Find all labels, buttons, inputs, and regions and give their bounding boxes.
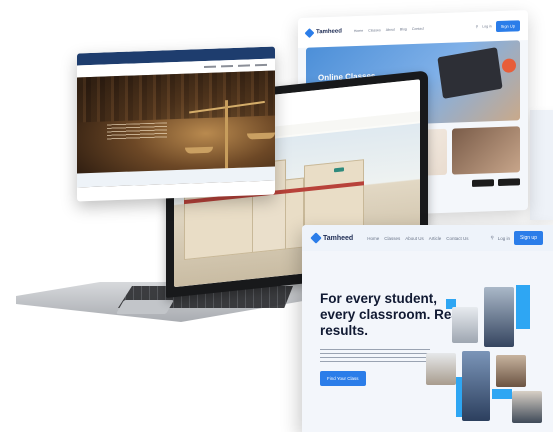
scales-pole bbox=[225, 100, 228, 171]
tamheed-navbar: Tamheed Home Classes About Us Article Co… bbox=[302, 225, 553, 251]
login-link[interactable]: Log in bbox=[498, 236, 510, 241]
collage-photo bbox=[496, 355, 526, 387]
signup-button[interactable]: Sign Up bbox=[495, 19, 520, 32]
law-nav-item[interactable] bbox=[204, 65, 216, 69]
signup-button[interactable]: Sign up bbox=[514, 231, 543, 245]
scales-pan-left bbox=[185, 146, 213, 154]
google-play-badge[interactable] bbox=[498, 178, 520, 187]
laptop-photo bbox=[437, 47, 503, 99]
nav-link-home[interactable]: Home bbox=[367, 236, 379, 241]
nav-actions: ⚲ Log in Sign up bbox=[490, 231, 543, 245]
class-tile[interactable] bbox=[452, 126, 520, 175]
brand-name: Tamheed bbox=[316, 28, 342, 36]
brand-name: Tamheed bbox=[323, 234, 354, 242]
bookshelf-background bbox=[77, 70, 275, 123]
collage-photo bbox=[484, 287, 514, 347]
nav-links: Home Classes About Blog Contact bbox=[354, 27, 424, 33]
nav-links: Home Classes About Us Article Contact Us bbox=[367, 236, 468, 241]
nav-link-article[interactable]: Article bbox=[429, 236, 442, 241]
scales-pan-right bbox=[247, 132, 275, 140]
background-card bbox=[530, 110, 553, 220]
nav-link-about[interactable]: About Us bbox=[405, 236, 424, 241]
nav-link-blog[interactable]: Blog bbox=[400, 27, 407, 31]
logo-icon bbox=[310, 232, 322, 244]
nav-link-home[interactable]: Home bbox=[354, 29, 363, 33]
brand[interactable]: Tamheed bbox=[304, 27, 342, 38]
accent-square bbox=[492, 389, 512, 399]
photo-collage bbox=[422, 285, 552, 432]
brand[interactable]: Tamheed bbox=[310, 232, 354, 244]
find-class-button[interactable]: Find Your Class bbox=[320, 371, 366, 386]
nav-link-classes[interactable]: Classes bbox=[368, 28, 380, 32]
collage-photo bbox=[462, 351, 490, 421]
law-nav-item[interactable] bbox=[255, 63, 267, 67]
accent-square bbox=[516, 285, 530, 329]
nav-actions: ⚲ Log in Sign Up bbox=[476, 19, 520, 33]
nav-link-contact[interactable]: Contact Us bbox=[446, 236, 468, 241]
search-icon[interactable]: ⚲ bbox=[490, 235, 493, 241]
app-store-badge[interactable] bbox=[472, 179, 494, 187]
law-footer bbox=[77, 166, 275, 188]
law-hero bbox=[77, 70, 275, 188]
search-icon[interactable]: ⚲ bbox=[476, 25, 479, 29]
tamheed-page-preview: Tamheed Home Classes About Us Article Co… bbox=[302, 225, 553, 432]
collage-photo bbox=[426, 353, 456, 385]
login-link[interactable]: Log in bbox=[482, 24, 492, 28]
nav-link-classes[interactable]: Classes bbox=[384, 236, 400, 241]
logo-icon bbox=[304, 27, 315, 38]
law-firm-page-preview bbox=[77, 46, 275, 202]
law-nav-item[interactable] bbox=[238, 64, 250, 67]
nav-link-contact[interactable]: Contact bbox=[412, 27, 424, 31]
collage-photo bbox=[512, 391, 542, 423]
law-hero-text bbox=[107, 122, 167, 141]
cup-photo bbox=[502, 58, 516, 73]
nav-link-about[interactable]: About bbox=[386, 28, 395, 32]
collage-photo bbox=[452, 307, 478, 343]
hero-description bbox=[320, 349, 430, 363]
law-nav-item[interactable] bbox=[221, 65, 233, 68]
laptop-trackpad bbox=[115, 300, 175, 314]
